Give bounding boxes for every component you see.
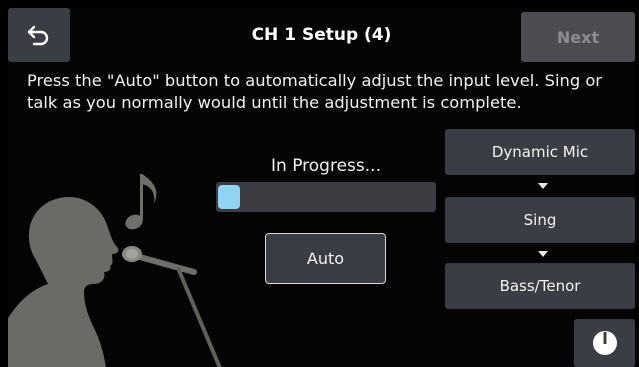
progress-status-label: In Progress... xyxy=(271,156,381,176)
singer-silhouette-icon xyxy=(8,174,222,367)
usage-type-button[interactable]: Sing xyxy=(445,197,635,243)
mic-type-button[interactable]: Dynamic Mic xyxy=(445,129,635,175)
power-icon xyxy=(592,331,617,355)
instruction-text: Press the "Auto" button to automatically… xyxy=(27,71,602,112)
next-button[interactable]: Next xyxy=(521,12,635,62)
down-arrow-icon xyxy=(538,251,548,257)
progress-bar xyxy=(216,182,436,212)
power-button[interactable] xyxy=(574,319,635,367)
down-arrow-icon xyxy=(538,183,548,189)
progress-bar-fill xyxy=(218,185,240,209)
voice-type-button[interactable]: Bass/Tenor xyxy=(445,263,635,309)
auto-button[interactable]: Auto xyxy=(265,233,386,284)
setup-screen: CH 1 Setup (4) Next Press the "Auto" but… xyxy=(8,8,635,367)
